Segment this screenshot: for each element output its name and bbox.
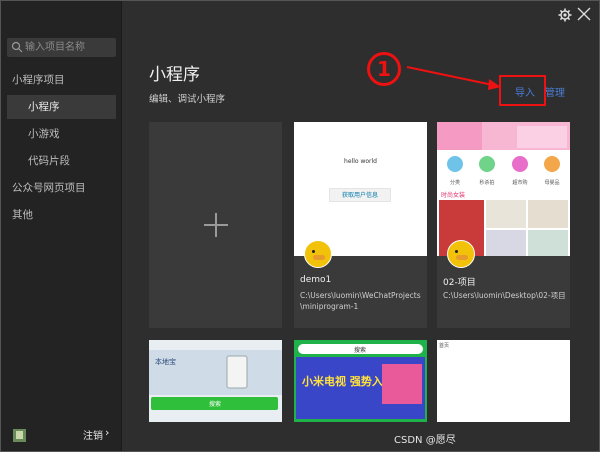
category-label: 超市购 bbox=[512, 179, 527, 186]
section-label: 时尚女装 bbox=[441, 191, 465, 199]
project-preview: hello world 获取用户信息 bbox=[294, 122, 427, 256]
avatar[interactable] bbox=[13, 429, 26, 442]
project-card-4[interactable]: 搜索 小米电视 强势入驻 bbox=[294, 340, 427, 422]
preview-banner: 小米电视 强势入驻 bbox=[301, 374, 394, 388]
category-label: 分类 bbox=[450, 179, 460, 186]
search-icon bbox=[11, 41, 23, 53]
page-title: 小程序 bbox=[149, 65, 200, 85]
preview-button: 获取用户信息 bbox=[329, 188, 391, 202]
preview-search: 搜索 bbox=[354, 346, 366, 354]
project-card-5[interactable]: 首页 bbox=[437, 340, 570, 422]
sidebar: 小程序项目 小程序 小游戏 代码片段 公众号网页项目 其他 注销 › bbox=[1, 1, 122, 451]
project-name: demo1 bbox=[300, 275, 332, 285]
logout-button[interactable]: 注销 bbox=[83, 427, 103, 442]
category-label: 母婴品 bbox=[544, 180, 559, 186]
import-button[interactable]: 导入 bbox=[515, 84, 535, 99]
annotation-arrow bbox=[406, 66, 501, 90]
duck-avatar-icon bbox=[304, 240, 332, 268]
project-card-demo1[interactable]: hello world 获取用户信息 demo1 C:\Users\luomin… bbox=[294, 122, 427, 328]
manage-button[interactable]: 管理 bbox=[545, 84, 565, 99]
preview-text: hello world bbox=[344, 158, 377, 165]
main-panel: 小程序 编辑、调试小程序 1 导入 管理 hello world 获取用户信息 … bbox=[123, 1, 599, 451]
app-window: 小程序项目 小程序 小游戏 代码片段 公众号网页项目 其他 注销 › 小程序 编… bbox=[0, 0, 600, 452]
project-name: 02-项目 bbox=[443, 278, 476, 288]
watermark: CSDN @愿尽 bbox=[394, 435, 456, 446]
preview-text: 本地宝 bbox=[155, 357, 176, 366]
category-label: 秒杀拍 bbox=[479, 179, 494, 186]
sidebar-item-miniprogram[interactable]: 小程序 bbox=[7, 95, 116, 119]
shop-preview-image: 分类 秒杀拍 超市购 母婴品 时尚女装 bbox=[437, 122, 570, 256]
project-preview: 本地宝 搜索 bbox=[149, 340, 282, 422]
page-subtitle: 编辑、调试小程序 bbox=[149, 94, 226, 105]
footer bbox=[123, 422, 599, 451]
gear-icon[interactable] bbox=[558, 8, 572, 22]
search-input[interactable] bbox=[25, 39, 113, 56]
project-card-02[interactable]: 分类 秒杀拍 超市购 母婴品 时尚女装 02-项目 C:\Users\luomi… bbox=[437, 122, 570, 328]
sidebar-item-code-snippet[interactable]: 代码片段 bbox=[1, 149, 122, 173]
sidebar-item-minigame[interactable]: 小游戏 bbox=[1, 122, 122, 146]
chevron-right-icon: › bbox=[105, 426, 110, 439]
duck-avatar-icon bbox=[447, 240, 475, 268]
sidebar-item-miniprogram-projects[interactable]: 小程序项目 bbox=[1, 68, 122, 92]
annotation-number: 1 bbox=[367, 52, 401, 86]
project-preview: 分类 秒杀拍 超市购 母婴品 时尚女装 bbox=[437, 122, 570, 256]
sidebar-item-other[interactable]: 其他 bbox=[1, 203, 122, 227]
preview-button: 搜索 bbox=[209, 400, 221, 408]
new-project-card[interactable] bbox=[149, 122, 282, 328]
project-path: C:\Users\luomin\Desktop\02-项目 bbox=[443, 291, 566, 300]
project-path: C:\Users\luomin\WeChatProjects\miniprogr… bbox=[300, 291, 421, 311]
search-box[interactable] bbox=[7, 38, 116, 57]
sidebar-item-official-account[interactable]: 公众号网页项目 bbox=[1, 176, 122, 200]
preview-text: 首页 bbox=[439, 343, 450, 349]
close-icon[interactable] bbox=[577, 7, 591, 21]
project-card-3[interactable]: 本地宝 搜索 bbox=[149, 340, 282, 422]
project-preview: 搜索 小米电视 强势入驻 bbox=[294, 340, 427, 422]
